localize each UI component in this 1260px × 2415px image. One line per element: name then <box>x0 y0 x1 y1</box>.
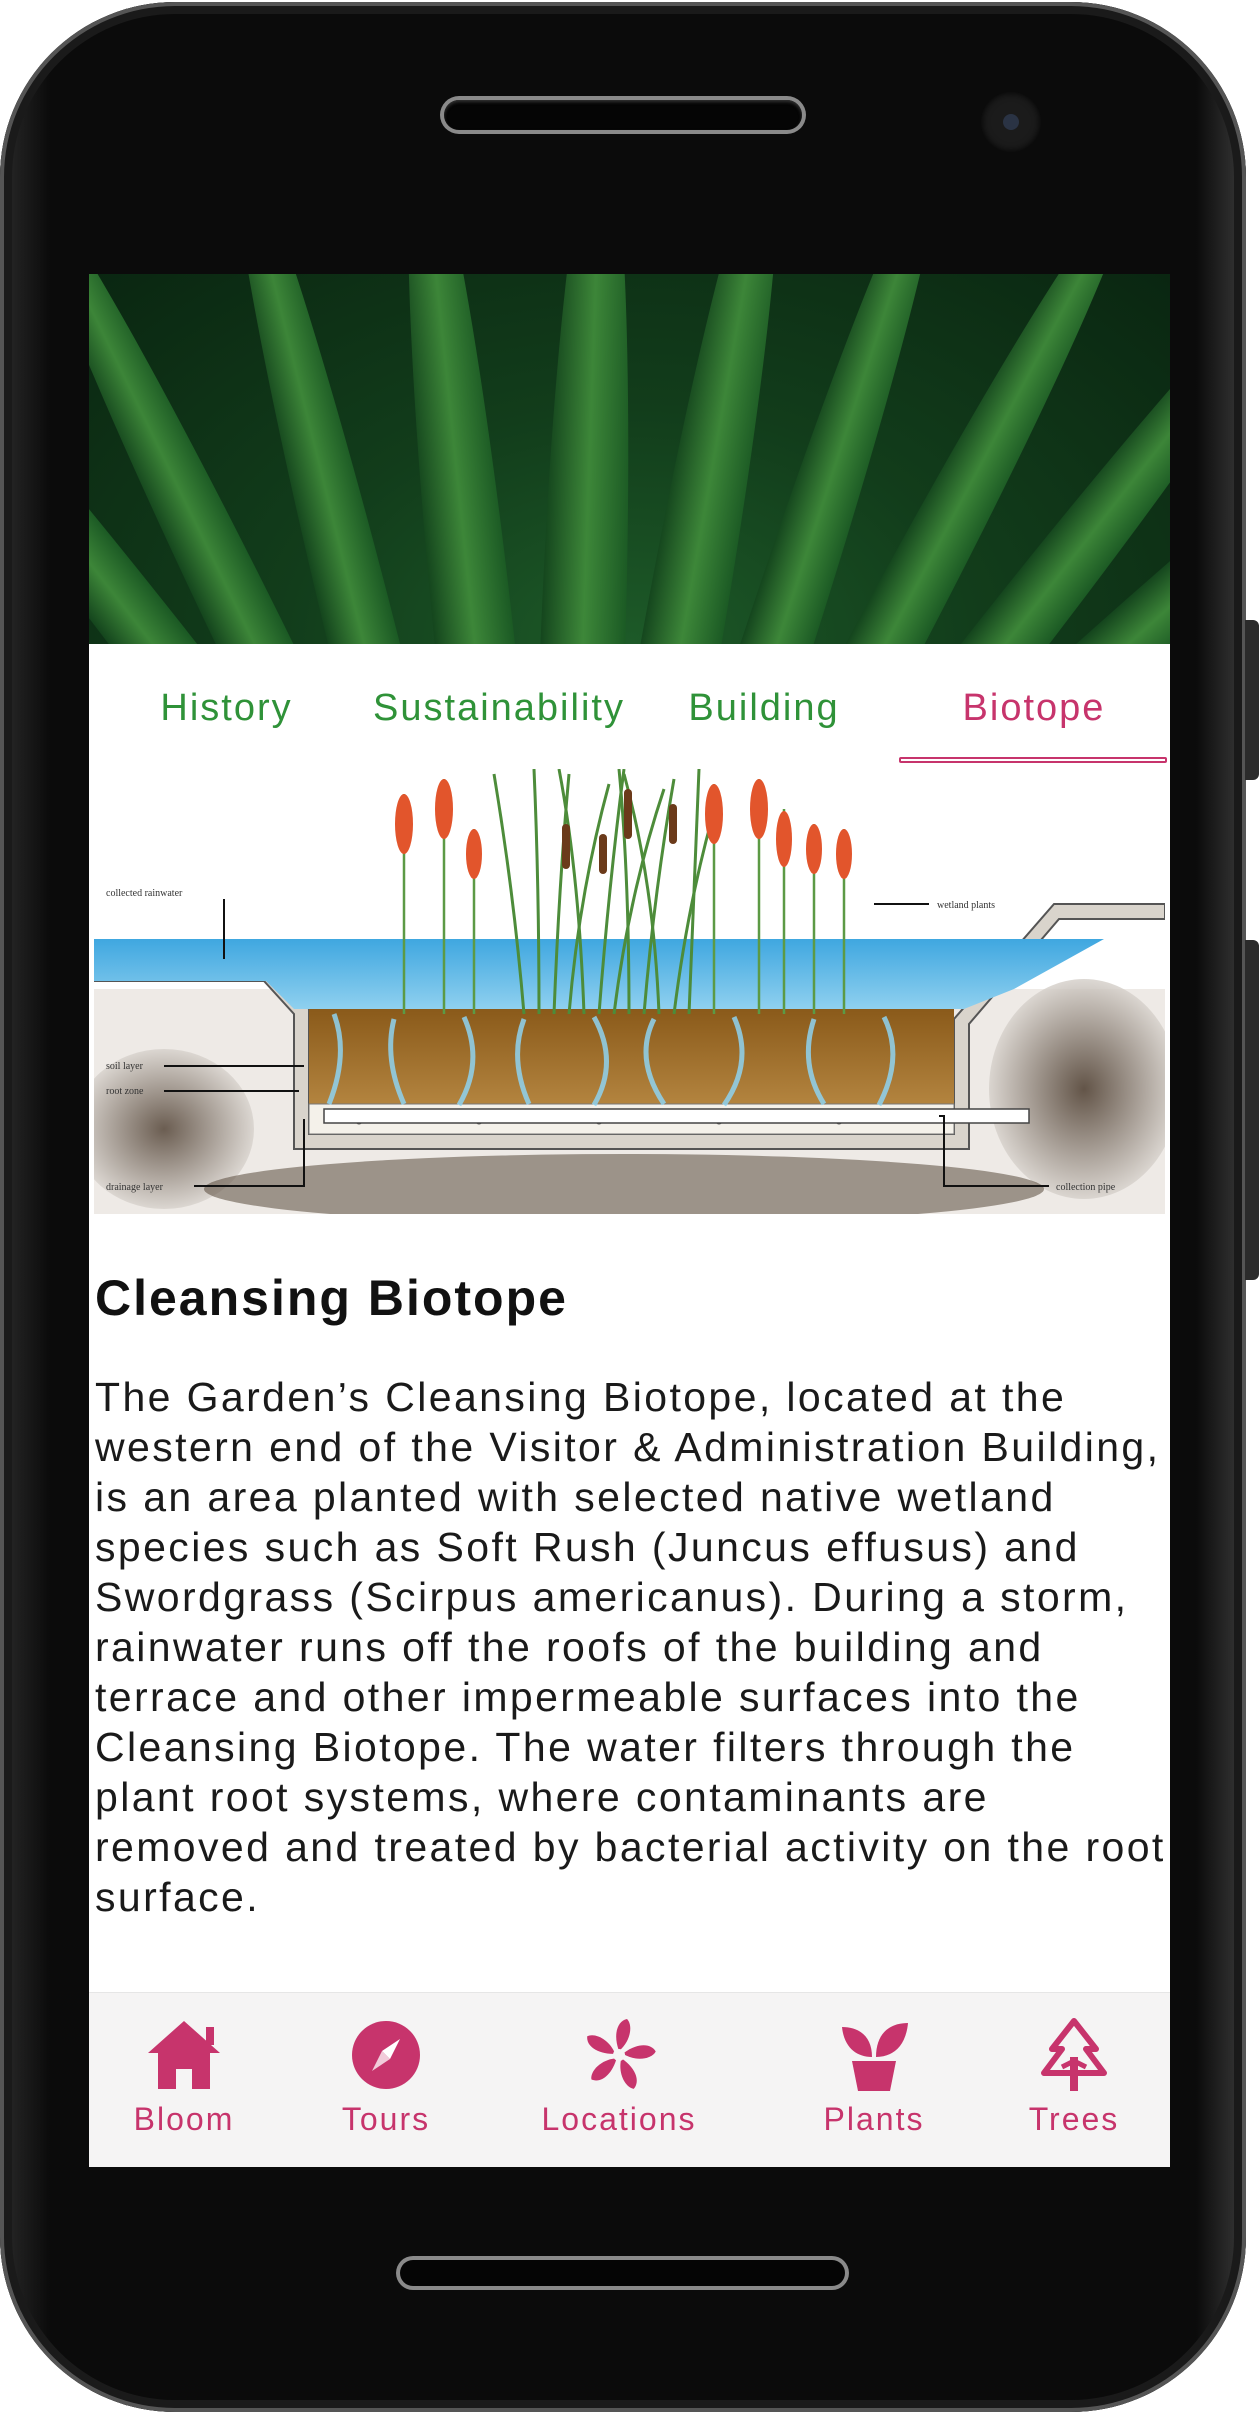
label-collection-pipe: collection pipe <box>1056 1182 1116 1193</box>
compass-icon <box>352 2021 420 2089</box>
nav-trees[interactable]: Trees <box>999 1993 1149 2167</box>
tab-building[interactable]: Building <box>674 644 854 769</box>
bottom-speaker <box>400 2260 845 2286</box>
active-tab-indicator <box>899 757 1167 763</box>
pine-tree-icon <box>1041 2018 1107 2091</box>
nav-trees-label: Trees <box>1028 2101 1120 2137</box>
article-body: The Garden’s Cleansing Biotope, located … <box>95 1374 1166 1920</box>
pinwheel-icon <box>587 2019 656 2089</box>
label-drainage-layer: drainage layer <box>106 1182 164 1193</box>
article-title: Cleansing Biotope <box>95 1270 568 1326</box>
potted-plant-icon <box>842 2023 908 2091</box>
label-collected-rainwater: collected rainwater <box>106 888 183 899</box>
earpiece-speaker <box>444 100 802 130</box>
bottom-nav: Bloom Tours Locations Plants Trees <box>89 1992 1170 2167</box>
app-screen: History Sustainability Building Biotope <box>89 274 1170 2167</box>
power-button <box>1245 940 1259 1280</box>
label-root-zone: root zone <box>106 1086 144 1097</box>
nav-bloom[interactable]: Bloom <box>109 1993 259 2167</box>
label-wetland-plants: wetland plants <box>937 900 995 911</box>
phone-frame: History Sustainability Building Biotope <box>0 2 1246 2412</box>
tab-bar: History Sustainability Building Biotope <box>89 644 1170 769</box>
home-icon <box>148 2021 220 2089</box>
tab-biotope[interactable]: Biotope <box>939 644 1129 769</box>
nav-bloom-label: Bloom <box>133 2101 235 2137</box>
hero-image <box>89 274 1170 644</box>
nav-plants[interactable]: Plants <box>799 1993 949 2167</box>
nav-tours-label: Tours <box>341 2101 431 2137</box>
volume-button <box>1245 620 1259 780</box>
front-camera <box>981 92 1041 152</box>
label-soil-layer: soil layer <box>106 1061 144 1072</box>
tab-sustainability[interactable]: Sustainability <box>354 644 644 769</box>
nav-locations-label: Locations <box>541 2101 697 2137</box>
tab-history[interactable]: History <box>134 644 319 769</box>
nav-plants-label: Plants <box>823 2101 925 2137</box>
nav-locations[interactable]: Locations <box>529 1993 709 2167</box>
nav-tours[interactable]: Tours <box>316 1993 456 2167</box>
biotope-diagram: collected rainwater wetland plants soil … <box>94 769 1165 1214</box>
